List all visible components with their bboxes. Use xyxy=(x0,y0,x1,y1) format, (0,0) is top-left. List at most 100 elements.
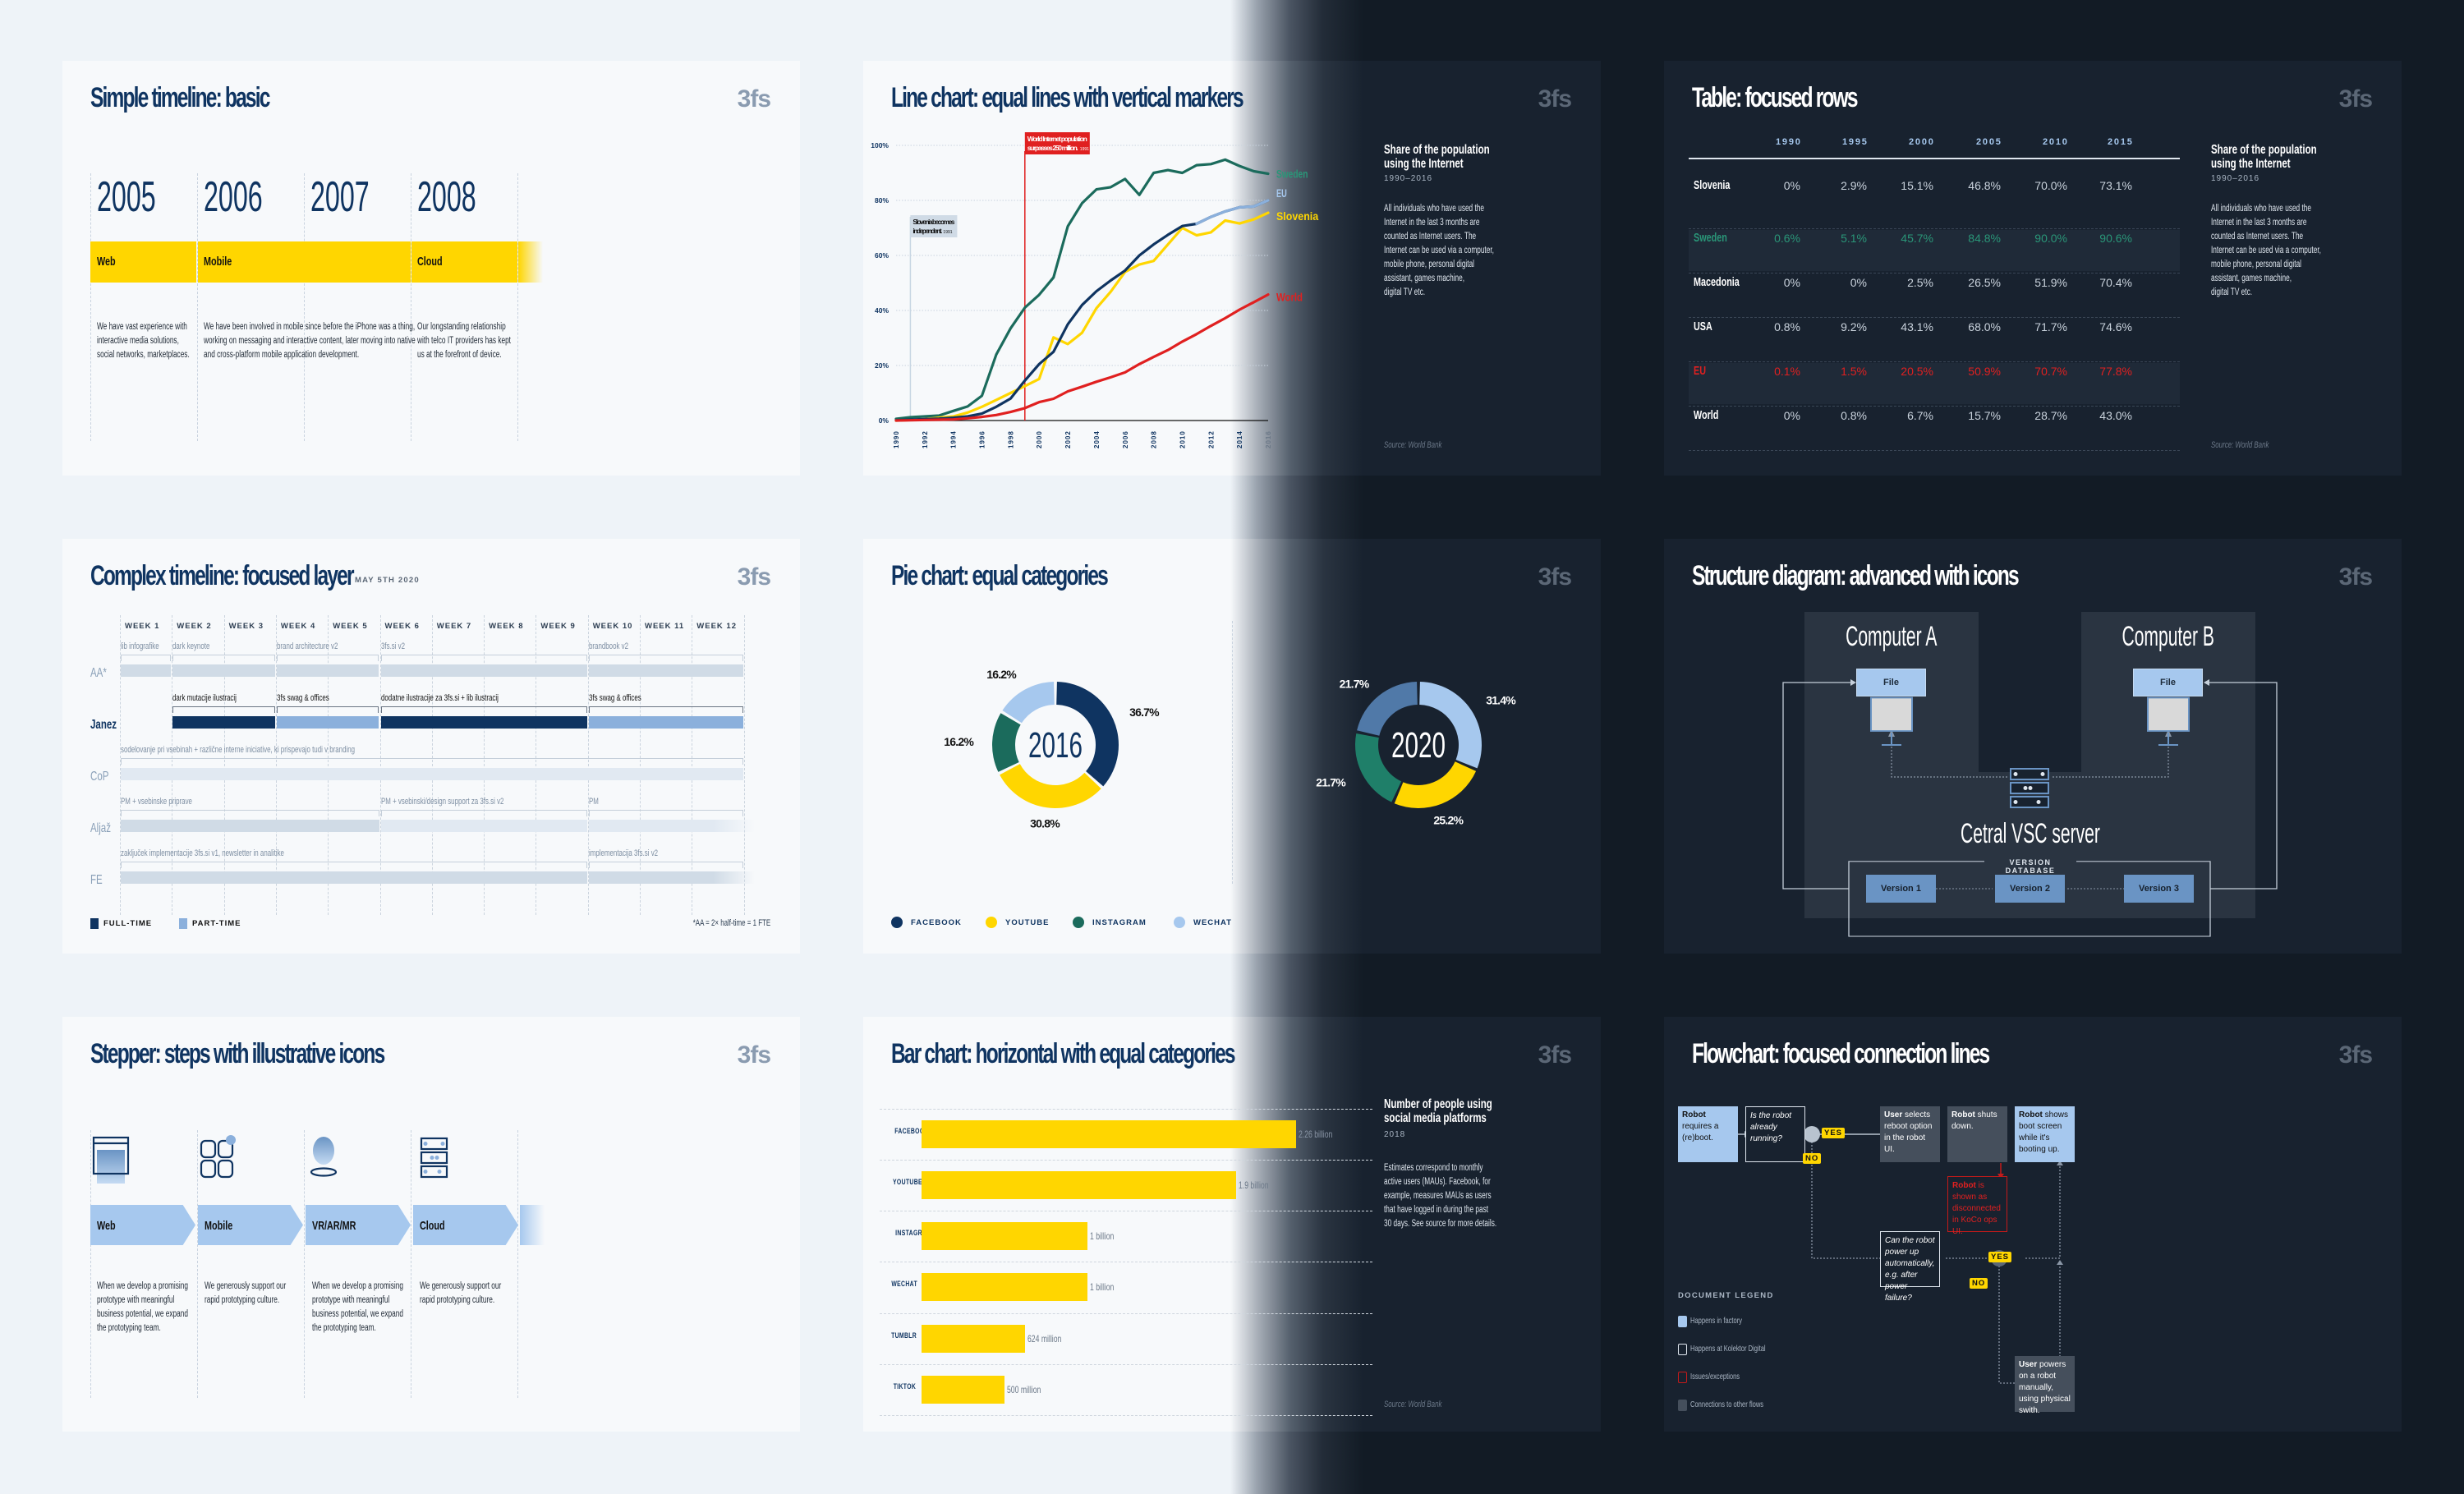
step-label: Web xyxy=(97,1219,116,1233)
text-line: Internet in the last 3 months are xyxy=(2211,218,2307,228)
y-tick-label: 60% xyxy=(875,251,889,260)
x-tick-label: 2016 xyxy=(1265,430,1272,448)
task-bar[interactable] xyxy=(276,664,379,677)
node-is-robot-running[interactable]: Is the robot already running? xyxy=(1745,1106,1805,1162)
week-header: WEEK 11 xyxy=(645,622,685,631)
version-node: Version 1 xyxy=(1866,875,1936,903)
node-robot-shuts-down[interactable]: Robot shuts down. xyxy=(1947,1106,2007,1162)
bar-facebook[interactable] xyxy=(922,1120,1296,1148)
timeline-person: Aljaž xyxy=(90,821,111,835)
node-subject: Robot xyxy=(2019,1110,2043,1119)
task-bar[interactable] xyxy=(121,768,743,780)
task-bracket xyxy=(121,862,587,868)
task-bracket xyxy=(380,655,587,661)
task-bar[interactable] xyxy=(380,820,587,832)
table-cell: 46.8% xyxy=(1968,179,2001,192)
task-bar[interactable] xyxy=(588,820,755,832)
bar-gridline xyxy=(880,1109,1372,1110)
bar-youtube[interactable] xyxy=(922,1171,1237,1200)
task-bar[interactable] xyxy=(121,664,172,677)
node-subject: Robot xyxy=(1951,1110,1975,1119)
bar-tumblr[interactable] xyxy=(922,1324,1025,1353)
node-user-selects-reboot[interactable]: User selects reboot option in the robot … xyxy=(1880,1106,1940,1162)
issue-swatch xyxy=(1678,1372,1687,1383)
node-user-powers-on[interactable]: User powers on a robot manually, using p… xyxy=(2015,1356,2075,1415)
arrow-head xyxy=(2057,1260,2063,1265)
file-b-node: File xyxy=(2133,669,2203,696)
brand-logo: 3fs xyxy=(2338,85,2373,113)
step-fade xyxy=(520,1205,545,1245)
bar-value-label: 1.9 billion xyxy=(1239,1179,1269,1192)
text-line: assistant, games machine, xyxy=(2211,274,2292,283)
week-header: WEEK 7 xyxy=(436,622,472,631)
text-line: Internet in the last 3 months are xyxy=(1384,218,1480,228)
task-bar[interactable] xyxy=(588,664,743,677)
computer-a-label: Computer A xyxy=(1846,621,1938,652)
table-row-divider xyxy=(1689,317,2180,318)
table-cell: 26.5% xyxy=(1968,276,2001,289)
yes-tag: YES xyxy=(1822,1128,1846,1138)
node-robot-boot-screen[interactable]: Robot shows boot screen while it's booti… xyxy=(2015,1106,2075,1162)
table-row-name: USA xyxy=(1694,319,1712,333)
brand-logo: 3fs xyxy=(1538,1041,1572,1069)
table-cell: 0.8% xyxy=(1841,409,1867,422)
series-line-world xyxy=(894,293,1270,422)
week-header: WEEK 8 xyxy=(489,622,524,631)
table-header-rule xyxy=(1689,158,2180,159)
task-label: dodatne ilustracije za 3fs.si + lib ilus… xyxy=(380,693,499,703)
phase-description: Our longstanding relationship with telco… xyxy=(417,322,511,360)
task-bar[interactable] xyxy=(588,716,743,729)
table-cell: 15.1% xyxy=(1901,179,1933,192)
table-cell: 0.6% xyxy=(1774,232,1800,245)
timeline-year: 2005 xyxy=(97,173,156,221)
task-bracket xyxy=(588,862,743,868)
timeline-person: AA* xyxy=(90,666,107,680)
table-row-name: EU xyxy=(1694,364,1707,378)
node-robot-disconnected[interactable]: Robot is shown as disconnected in KoCo o… xyxy=(1947,1176,2007,1236)
node-subject: User xyxy=(2019,1360,2038,1369)
bar-chart-card: Bar chart: horizontal with equal categor… xyxy=(863,1017,1601,1432)
step-description: We generously support our rapid prototypi… xyxy=(205,1280,318,1308)
bar-tiktok[interactable] xyxy=(922,1375,1004,1404)
no-tag: NO xyxy=(1970,1278,1988,1289)
table-cell: 51.9% xyxy=(2034,276,2067,289)
task-bracket xyxy=(276,655,379,661)
node-robot-requires-reboot[interactable]: Robot requires a (re)boot. xyxy=(1678,1106,1738,1162)
task-label: 3fs.si v2 xyxy=(380,641,405,651)
y-tick-label: 0% xyxy=(879,416,890,425)
task-bar[interactable] xyxy=(121,871,587,884)
task-bar[interactable] xyxy=(380,664,587,677)
text-line: counted as Internet users. The xyxy=(1384,232,1477,241)
task-bar[interactable] xyxy=(380,716,587,729)
timeline-person: FE xyxy=(90,873,103,887)
series-line-eu-tail xyxy=(1195,199,1270,226)
task-bar[interactable] xyxy=(172,716,275,729)
task-bracket xyxy=(276,706,379,713)
table-row-name: World xyxy=(1694,408,1719,422)
task-bar[interactable] xyxy=(588,871,755,884)
bar-wechat[interactable] xyxy=(922,1273,1087,1302)
table-side-title: Share of the population using the Intern… xyxy=(2211,143,2317,171)
table-cell: 0.8% xyxy=(1774,320,1800,333)
text-line: We generously support our xyxy=(420,1281,502,1291)
table-row-divider xyxy=(1689,406,2180,407)
text-line: All individuals who have used the xyxy=(2211,204,2311,214)
legend-label: WECHAT xyxy=(1193,918,1232,927)
pie-center-year: 2016 xyxy=(1028,725,1083,765)
node-can-power-up[interactable]: Can the robot power up automatically, e.… xyxy=(1880,1231,1940,1303)
full-time-swatch xyxy=(90,918,99,929)
table-column-header: 2010 xyxy=(2043,137,2069,147)
week-header: WEEK 1 xyxy=(125,622,160,631)
task-bar[interactable] xyxy=(276,716,379,729)
bar-instagram[interactable] xyxy=(922,1222,1087,1251)
timeline-person: Janez xyxy=(90,718,117,732)
task-bar[interactable] xyxy=(172,664,275,677)
task-bar[interactable] xyxy=(121,820,379,832)
y-tick-label: 100% xyxy=(871,141,889,149)
legend-title: DOCUMENT LEGEND xyxy=(1678,1291,1774,1300)
version-node: Version 2 xyxy=(1995,875,2065,903)
card-title: Table: focused rows xyxy=(1692,82,1858,113)
legend-label: Issues/exceptions xyxy=(1690,1372,1740,1381)
timeline-divider xyxy=(517,173,518,441)
bar-side-title: Number of people using social media plat… xyxy=(1384,1097,1492,1125)
